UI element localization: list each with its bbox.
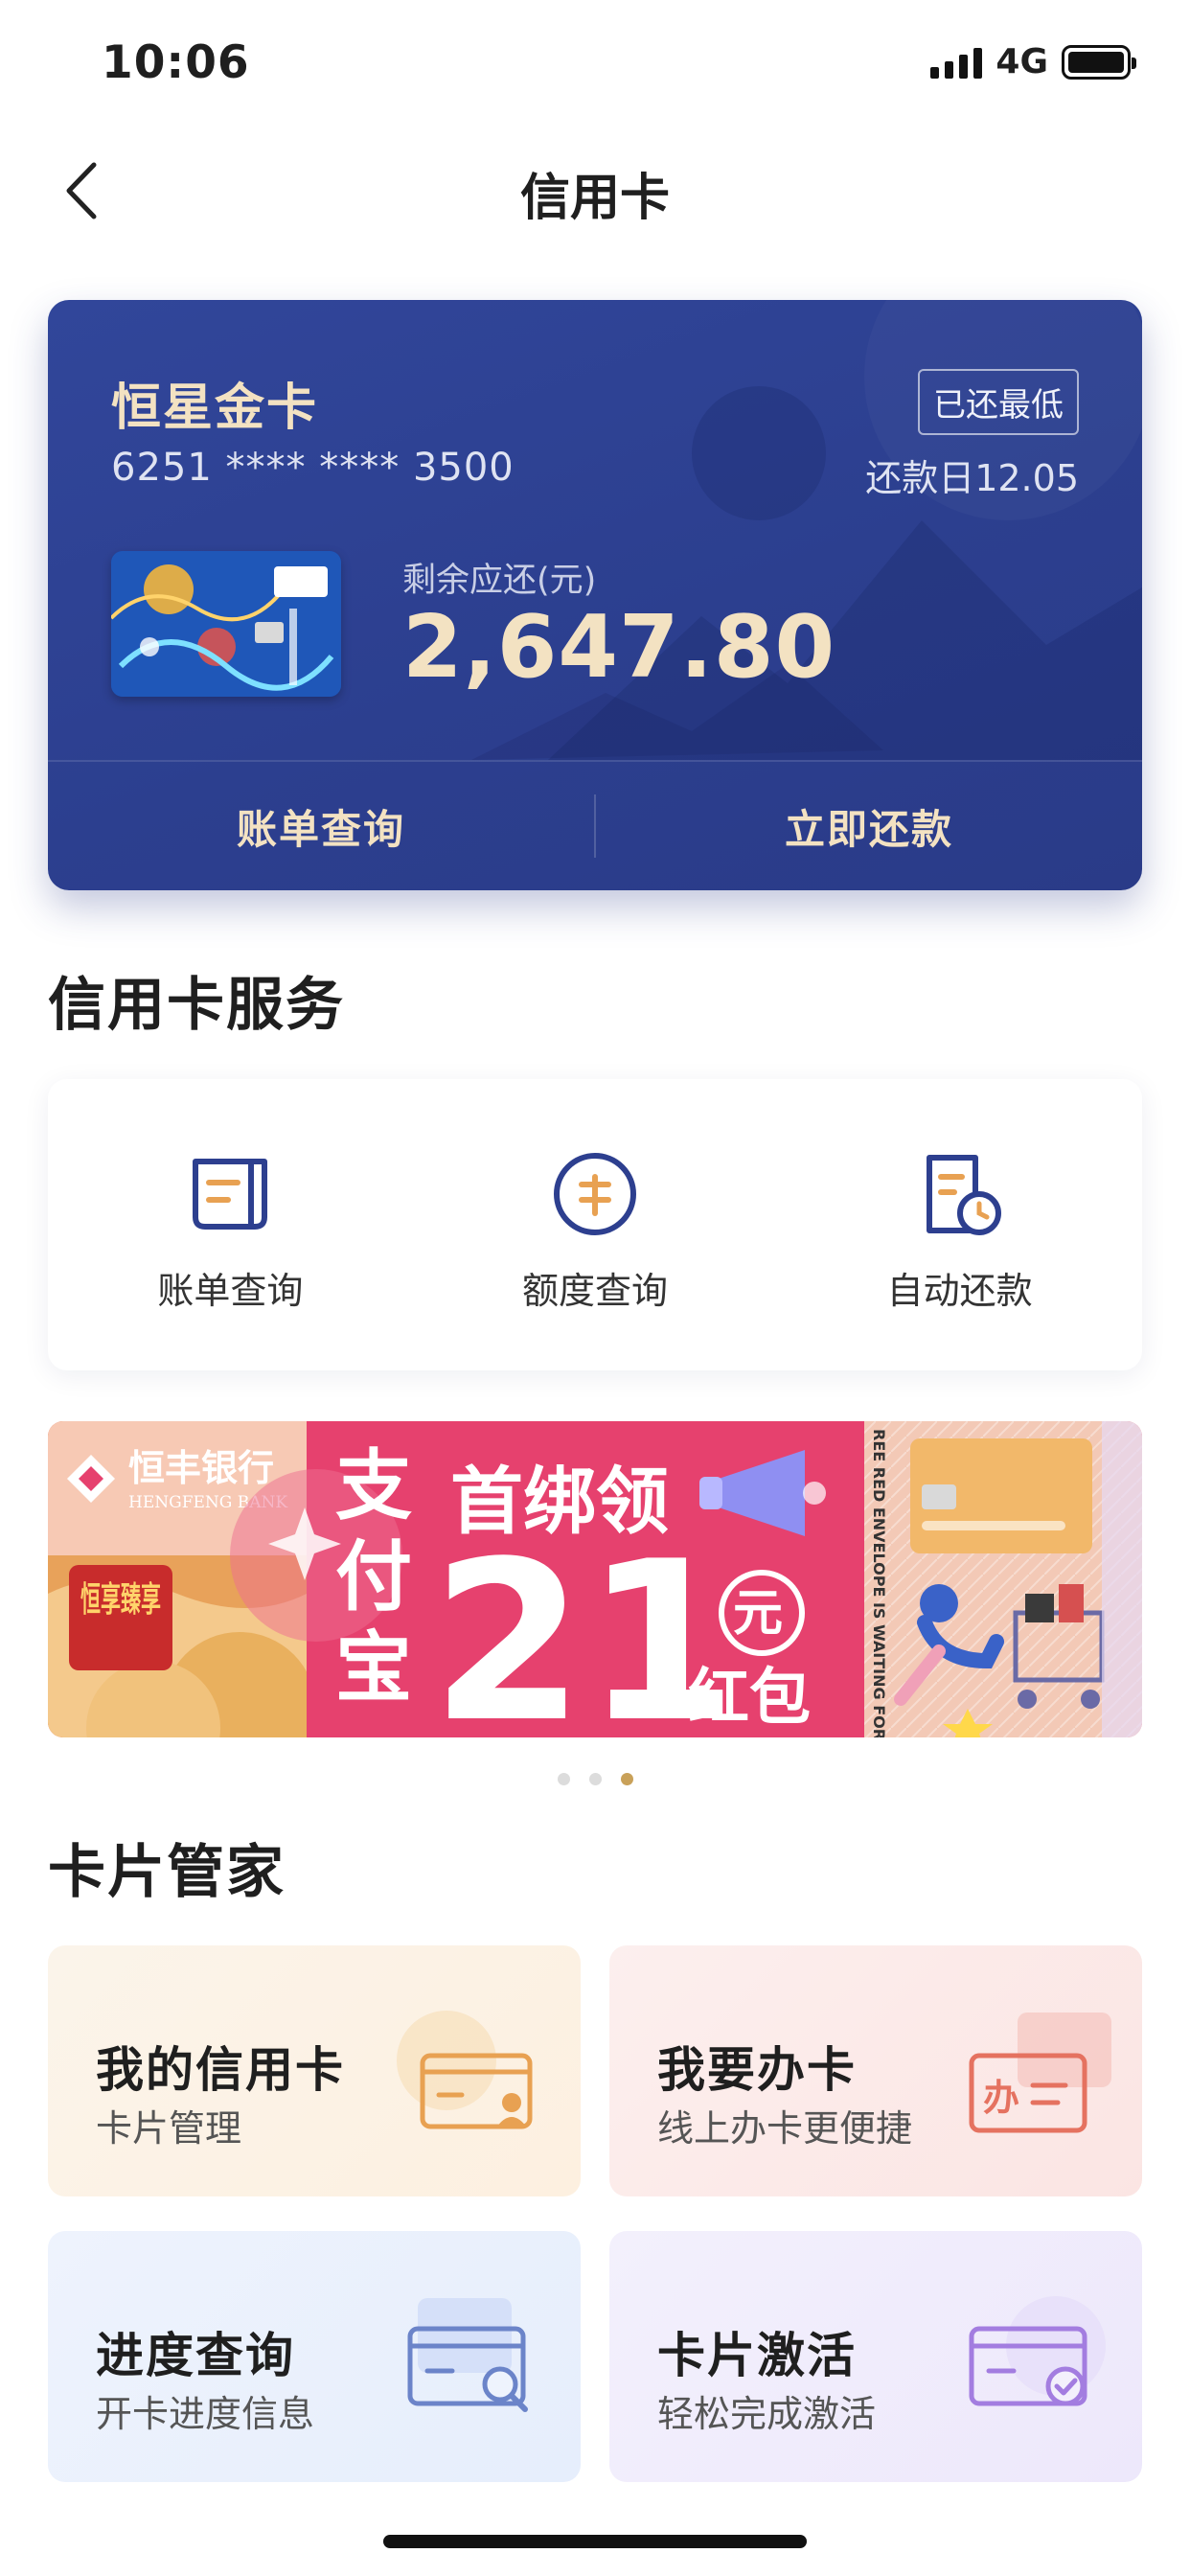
repay-status-badge: 已还最低 (918, 369, 1079, 435)
tile-subtitle: 轻松完成激活 (657, 2393, 877, 2435)
bill-icon (193, 1159, 268, 1230)
tile-title: 卡片激活 (657, 2328, 857, 2383)
svg-text:宝: 宝 (335, 1623, 412, 1713)
card-actions: 账单查询 立即还款 (48, 762, 1142, 890)
promo-banner-art: 恒丰银行 HENGFENG BANK 恒享臻享 支 付 宝 首绑领 21 元 红… (48, 1421, 1142, 1737)
card-activate-icon (969, 2296, 1106, 2406)
banner-unit: 元 (733, 1585, 783, 1643)
service-bill-query[interactable]: 账单查询 (48, 1079, 413, 1370)
tile-title: 我要办卡 (657, 2042, 857, 2098)
network-type: 4G (995, 42, 1048, 81)
pagination-dot[interactable] (588, 1773, 602, 1785)
tile-title: 我的信用卡 (96, 2042, 345, 2098)
service-label: 额度查询 (522, 1270, 669, 1312)
card-number: 6251 **** **** 3500 (111, 446, 515, 490)
bill-query-button[interactable]: 账单查询 (48, 797, 594, 856)
repay-now-button[interactable]: 立即还款 (596, 797, 1142, 856)
card-name: 恒星金卡 (111, 380, 319, 437)
card-thumbnail (111, 551, 341, 697)
svg-text:支: 支 (335, 1441, 412, 1530)
bank-name: 恒丰银行 (128, 1447, 274, 1489)
auto-repay-icon (926, 1155, 1001, 1235)
pagination-dot[interactable] (557, 1773, 570, 1785)
status-time: 10:06 (102, 36, 250, 89)
tile-subtitle: 开卡进度信息 (96, 2393, 315, 2435)
service-label: 账单查询 (157, 1270, 304, 1312)
tile-subtitle: 线上办卡更便捷 (657, 2107, 913, 2150)
credit-card-panel: 恒星金卡 6251 **** **** 3500 已还最低 还款日12.05 剩… (48, 300, 1142, 890)
service-label: 自动还款 (886, 1270, 1033, 1312)
banner-tag: 恒享臻享 (80, 1580, 161, 1620)
due-date: 还款日12.05 (865, 457, 1079, 499)
promo-banner[interactable]: 恒丰银行 HENGFENG BANK 恒享臻享 支 付 宝 首绑领 21 元 红… (48, 1421, 1142, 1737)
services-section-title: 信用卡服务 (48, 972, 345, 1039)
apply-card-tile[interactable]: 我要办卡 线上办卡更便捷 办 (609, 1945, 1142, 2196)
battery-icon (1062, 44, 1136, 80)
tile-title: 进度查询 (96, 2328, 295, 2383)
my-credit-card-tile[interactable]: 我的信用卡 卡片管理 (48, 1945, 581, 2196)
banner-suffix: 红包 (688, 1663, 811, 1734)
remaining-label: 剩余应还(元) (402, 562, 597, 600)
tile-subtitle: 卡片管理 (96, 2107, 242, 2150)
card-apply-icon: 办 (969, 2012, 1111, 2133)
banner-vertical-text: REE RED ENVELOPE IS WAITING FOR YOU (870, 1429, 888, 1737)
pagination-dot-active[interactable] (620, 1773, 633, 1785)
card-activation-tile[interactable]: 卡片激活 轻松完成激活 (609, 2231, 1142, 2482)
svg-text:办: 办 (983, 2077, 1019, 2119)
card-search-icon (407, 2298, 528, 2412)
status-indicators: 4G (930, 42, 1136, 81)
credit-limit-icon (554, 1153, 636, 1235)
svg-text:付: 付 (335, 1532, 412, 1622)
progress-query-tile[interactable]: 进度查询 开卡进度信息 (48, 2231, 581, 2482)
remaining-amount: 2,647.80 (402, 597, 836, 698)
card-user-icon (397, 2011, 533, 2129)
service-credit-limit[interactable]: 额度查询 (413, 1079, 778, 1370)
home-indicator[interactable] (383, 2535, 807, 2548)
card-butler-section-title: 卡片管家 (48, 1839, 286, 1906)
nav-bar: 信用卡 (0, 144, 1190, 240)
page-title: 信用卡 (519, 170, 670, 227)
status-bar: 10:06 4G (0, 0, 1190, 126)
banner-pagination (0, 1773, 1190, 1785)
signal-icon (930, 46, 983, 79)
service-auto-repay[interactable]: 自动还款 (777, 1079, 1142, 1370)
services-card: 账单查询 额度查询 自动还款 (48, 1079, 1142, 1370)
